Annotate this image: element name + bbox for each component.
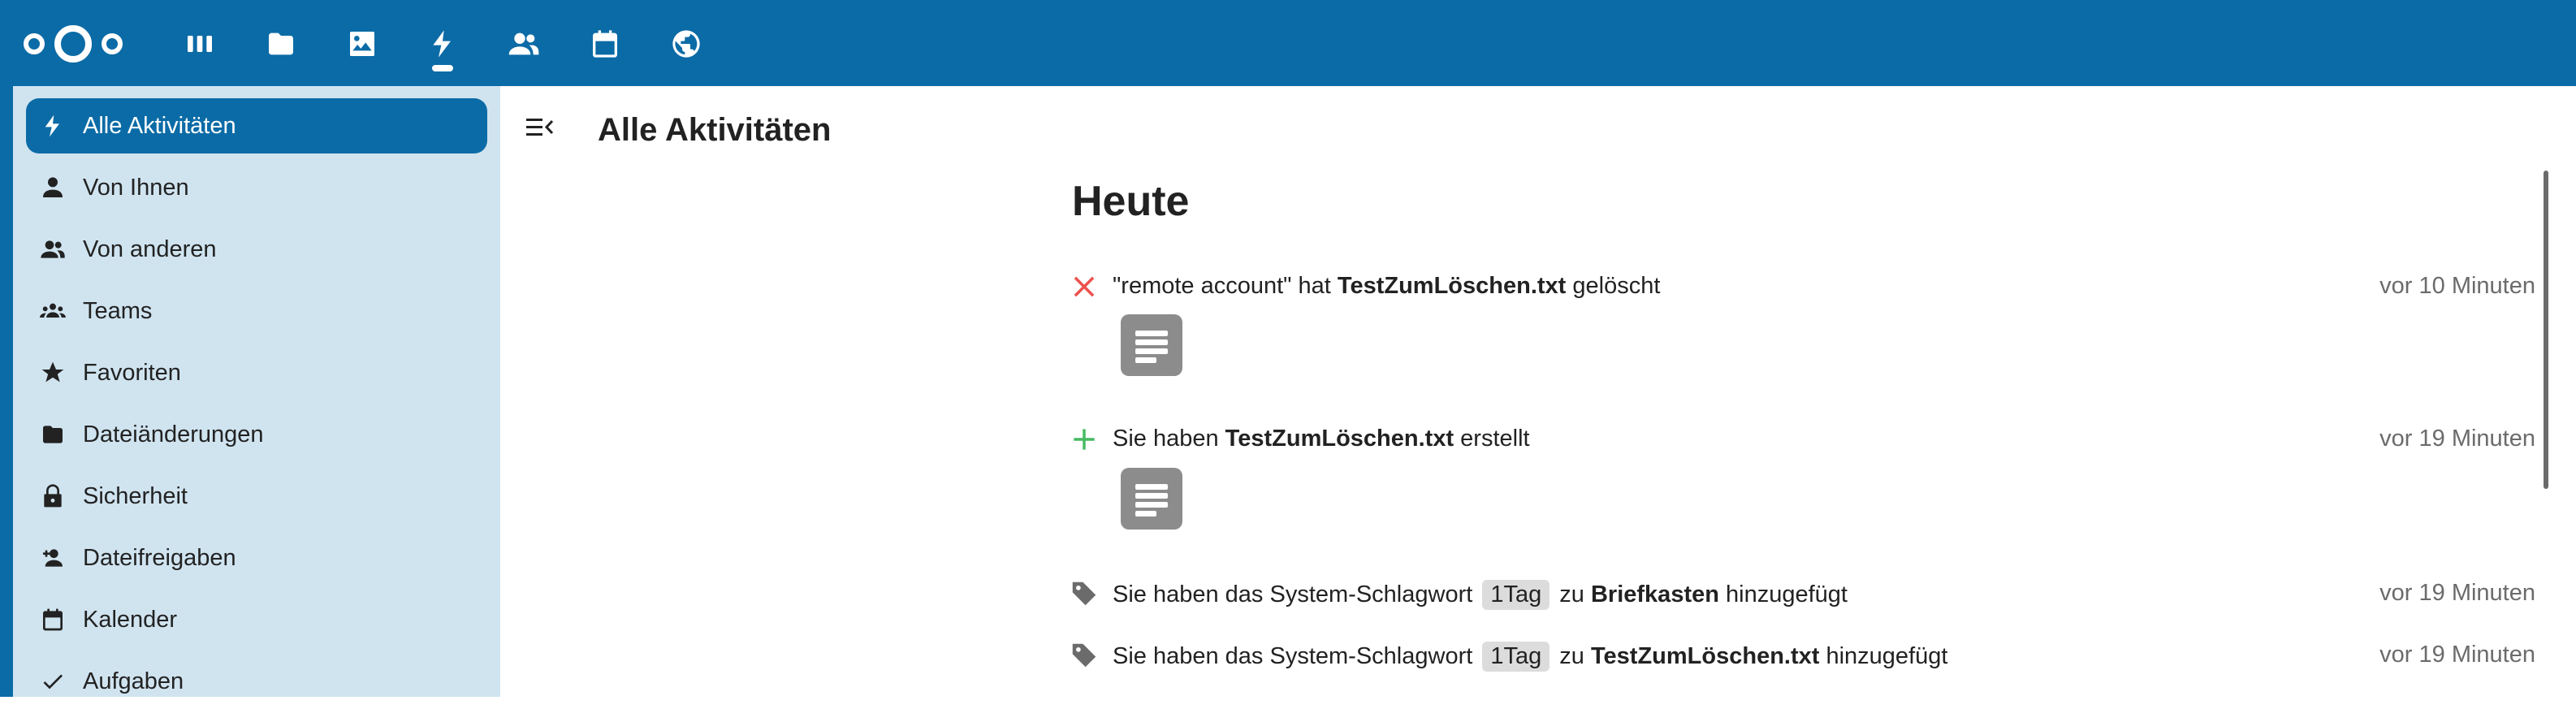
activity-text-part: Sie haben das System-Schlagwort	[1113, 643, 1480, 669]
activity-file-link[interactable]: TestZumLöschen.txt	[1591, 643, 1819, 669]
scrollbar[interactable]	[2544, 171, 2548, 489]
activity-item: Sie haben TestZumLöschen.txt erstellt vo…	[1069, 419, 2535, 460]
active-app-indicator	[432, 65, 453, 71]
section-heading: Heute	[1072, 178, 1190, 225]
tag-icon	[1072, 581, 1096, 606]
check-icon	[43, 674, 63, 690]
contacts-app-icon[interactable]	[501, 21, 547, 67]
activity-file-link[interactable]: TestZumLöschen.txt	[1338, 273, 1566, 299]
activity-item: Sie haben das System-Schlagwort 1Tag zu …	[1069, 635, 2535, 676]
team-icon	[40, 303, 66, 318]
nextcloud-logo-icon[interactable]	[23, 18, 123, 70]
plus-icon	[1074, 429, 1095, 450]
sidebar-item-dateiaenderungen[interactable]: Dateiänderungen	[26, 407, 487, 462]
sidebar-item-label: Kalender	[83, 606, 178, 633]
activity-time: vor 10 Minuten	[2379, 273, 2535, 299]
page-title: Alle Aktivitäten	[598, 112, 832, 148]
lightning-icon	[45, 115, 59, 137]
sidebar-item-dateifreigaben[interactable]: Dateifreigaben	[26, 530, 487, 586]
folder-icon	[43, 426, 63, 443]
calendar-app-icon[interactable]	[582, 21, 628, 67]
activity-item: Sie haben das System-Schlagwort 1Tag zu …	[1069, 573, 2535, 614]
contacts-icon	[508, 32, 539, 55]
toggle-navigation-button[interactable]	[525, 114, 557, 141]
star-icon	[41, 361, 64, 383]
sidebar-item-teams[interactable]: Teams	[26, 283, 487, 339]
activity-text-part: gelöscht	[1566, 273, 1661, 299]
sidebar-item-label: Dateifreigaben	[83, 544, 236, 571]
lightning-icon	[433, 30, 451, 58]
calendar-icon	[593, 30, 617, 58]
activity-text: "remote account" hat TestZumLöschen.txt …	[1113, 273, 1660, 300]
sidebar-item-von-ihnen[interactable]: Von Ihnen	[26, 160, 487, 215]
activity-text-part: hinzugefügt	[1718, 581, 1848, 607]
sidebar-item-label: Alle Aktivitäten	[83, 112, 236, 139]
person-add-icon	[43, 549, 63, 567]
sidebar-item-label: Von Ihnen	[83, 174, 189, 201]
sidebar-item-alle-aktivitaeten[interactable]: Alle Aktivitäten	[26, 98, 487, 153]
sidebar-item-von-anderen[interactable]: Von anderen	[26, 222, 487, 277]
system-tag-badge: 1Tag	[1482, 580, 1550, 610]
person-icon	[43, 177, 63, 197]
people-icon	[41, 240, 65, 258]
close-icon	[1074, 276, 1095, 297]
activity-text-part: Sie haben	[1113, 426, 1225, 452]
calendar-icon	[43, 608, 63, 631]
dashboard-app-icon[interactable]	[177, 21, 223, 67]
activity-app-icon[interactable]	[420, 21, 465, 67]
photos-app-icon[interactable]	[339, 21, 385, 67]
activity-text-part: hinzugefügt	[1819, 643, 1948, 669]
activity-text-part: "remote account" hat	[1113, 273, 1338, 299]
sidebar-item-label: Dateiänderungen	[83, 421, 264, 447]
activity-file-link[interactable]: TestZumLöschen.txt	[1225, 426, 1454, 452]
activity-item: "remote account" hat TestZumLöschen.txt …	[1069, 266, 2535, 307]
activity-text-part: Sie haben das System-Schlagwort	[1113, 581, 1480, 607]
system-tag-badge: 1Tag	[1482, 642, 1550, 672]
sidebar-item-sicherheit[interactable]: Sicherheit	[26, 469, 487, 524]
file-preview-thumbnail[interactable]	[1121, 314, 1182, 376]
sidebar-item-label: Teams	[83, 297, 153, 324]
activity-text-part: zu	[1553, 581, 1591, 607]
sidebar-item-label: Sicherheit	[83, 482, 188, 509]
sidebar-item-aufgaben[interactable]: Aufgaben	[26, 654, 487, 709]
dashboard-icon	[188, 36, 212, 52]
activity-file-link[interactable]: Briefkasten	[1591, 581, 1719, 607]
activity-text-part: zu	[1553, 643, 1591, 669]
activity-time: vor 19 Minuten	[2379, 642, 2535, 668]
top-bar	[0, 0, 2576, 86]
sidebar-edge	[0, 86, 13, 697]
sidebar-item-favoriten[interactable]: Favoriten	[26, 345, 487, 400]
activity-text: Sie haben TestZumLöschen.txt erstellt	[1113, 426, 1530, 452]
globe-icon	[672, 30, 700, 58]
menu-collapse-icon	[526, 119, 554, 136]
sidebar-item-label: Von anderen	[83, 236, 217, 262]
activity-text: Sie haben das System-Schlagwort 1Tag zu …	[1113, 642, 1947, 672]
sidebar-item-label: Aufgaben	[83, 668, 184, 694]
web-app-icon[interactable]	[663, 21, 709, 67]
sidebar-item-kalender[interactable]: Kalender	[26, 592, 487, 647]
folder-icon	[269, 32, 293, 55]
activity-time: vor 19 Minuten	[2379, 580, 2535, 606]
sidebar-item-label: Favoriten	[83, 359, 181, 386]
activity-text: Sie haben das System-Schlagwort 1Tag zu …	[1113, 580, 1848, 610]
file-preview-thumbnail[interactable]	[1121, 468, 1182, 530]
tag-icon	[1072, 643, 1096, 668]
image-icon	[350, 32, 374, 56]
activity-time: vor 19 Minuten	[2379, 426, 2535, 452]
files-app-icon[interactable]	[258, 21, 304, 67]
lock-icon	[44, 484, 62, 508]
activity-text-part: erstellt	[1454, 426, 1530, 452]
